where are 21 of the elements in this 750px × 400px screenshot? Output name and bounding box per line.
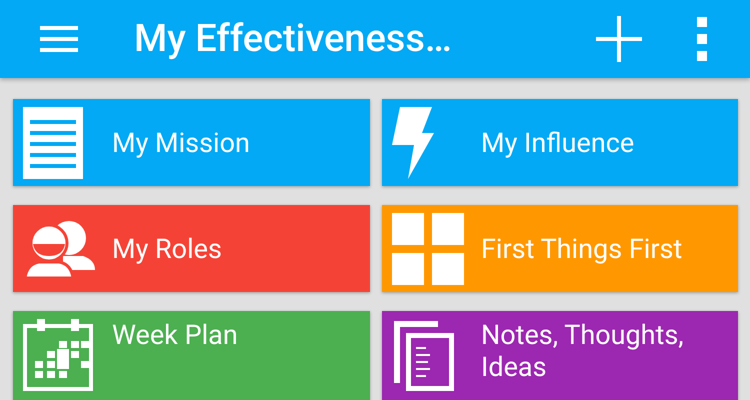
more-options-icon[interactable] bbox=[696, 17, 708, 61]
app-title: My Effectiveness… bbox=[134, 17, 453, 61]
tile-label: My Influence bbox=[481, 126, 636, 158]
tile-label: Notes, Thoughts, Ideas bbox=[481, 319, 685, 383]
tile-label: My Roles bbox=[112, 232, 223, 264]
tile-label: First Things First bbox=[481, 232, 684, 264]
tile-label: Week Plan bbox=[112, 319, 239, 351]
menu-icon[interactable] bbox=[40, 26, 78, 52]
menu-tile[interactable]: My Mission bbox=[13, 99, 370, 186]
grid-icon bbox=[392, 212, 464, 284]
notes-icon bbox=[392, 319, 456, 393]
menu-tile[interactable]: My Influence bbox=[382, 99, 738, 186]
document-icon bbox=[23, 106, 83, 178]
menu-tile[interactable]: First Things First bbox=[382, 205, 738, 292]
menu-tile[interactable]: Week Plan bbox=[13, 311, 370, 400]
lightning-bolt-icon bbox=[392, 106, 434, 178]
calendar-icon bbox=[23, 319, 93, 391]
menu-tile[interactable]: My Roles bbox=[13, 205, 370, 292]
tile-label: My Mission bbox=[112, 126, 251, 158]
menu-tile[interactable]: Notes, Thoughts, Ideas bbox=[382, 311, 738, 400]
add-icon[interactable] bbox=[596, 16, 642, 62]
